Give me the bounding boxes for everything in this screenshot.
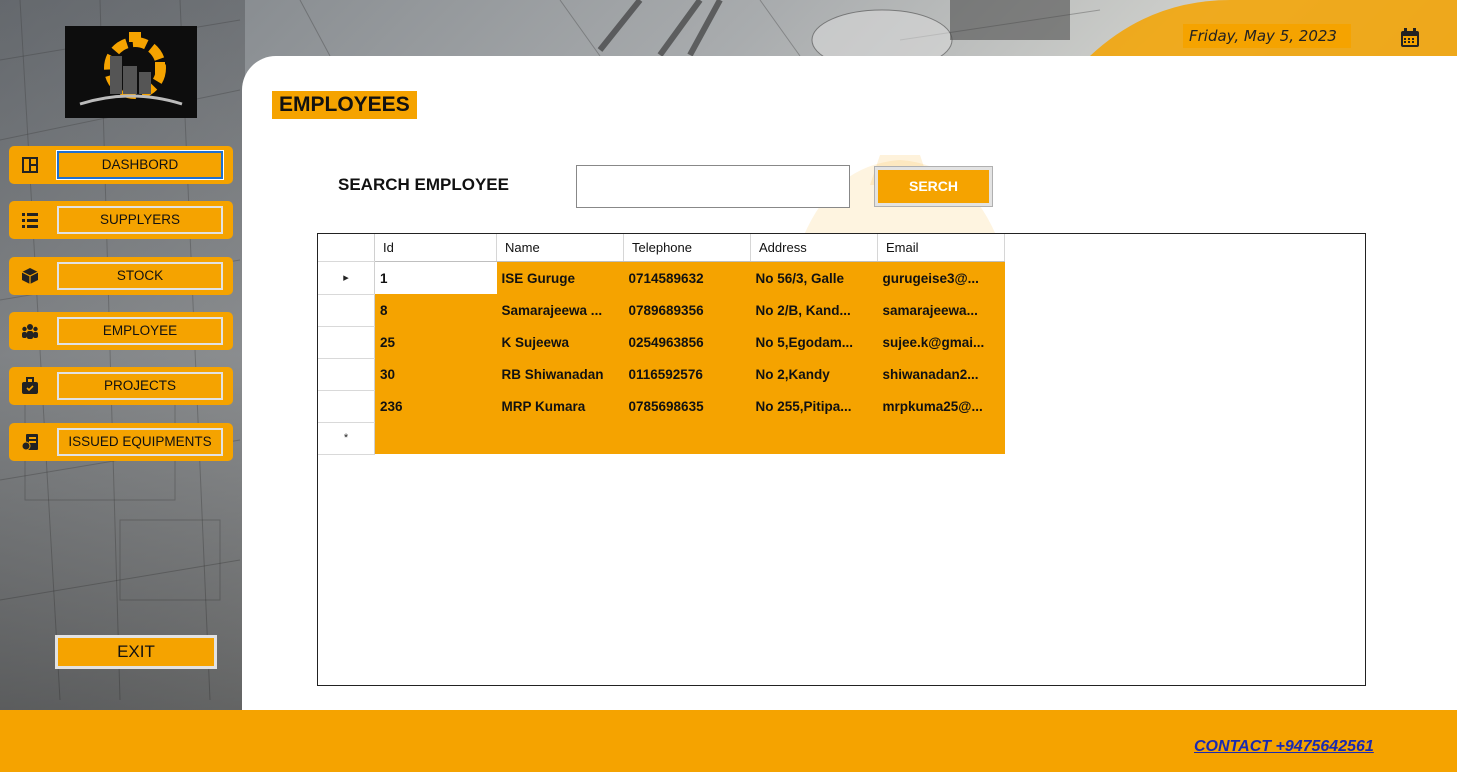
table-row[interactable]: 8 Samarajeewa ... 0789689356 No 2/B, Kan… (318, 294, 1005, 327)
cell-id[interactable]: 236 (374, 390, 497, 422)
cell-id[interactable]: 1 (374, 261, 497, 294)
column-header-telephone[interactable]: Telephone (623, 234, 751, 262)
cell-email[interactable]: samarajeewa... (877, 294, 1005, 326)
cell-address[interactable]: No 56/3, Galle (750, 261, 878, 294)
current-row-indicator[interactable]: ▸ (318, 261, 375, 295)
table-row[interactable]: ▸ 1 ISE Guruge 0714589632 No 56/3, Galle… (318, 261, 1005, 295)
sidebar-item-projects: PROJECTS (9, 367, 233, 405)
cell-name[interactable]: MRP Kumara (496, 390, 624, 422)
new-cell-address[interactable] (750, 422, 878, 454)
search-label: SEARCH EMPLOYEE (338, 175, 509, 194)
sidebar-item-employee: EMPLOYEE (9, 312, 233, 350)
cell-address[interactable]: No 5,Egodam... (750, 326, 878, 358)
cell-telephone[interactable]: 0714589632 (623, 261, 751, 294)
row-header[interactable] (318, 358, 375, 391)
search-input[interactable] (576, 165, 850, 208)
sidebar-item-dashboard: DASHBORD (9, 146, 233, 184)
table-header-row: Id Name Telephone Address Email (318, 234, 1005, 262)
suppliers-button[interactable]: SUPPLYERS (57, 206, 223, 234)
current-date: Friday, May 5, 2023 (1183, 24, 1351, 48)
calendar-icon[interactable] (1399, 27, 1421, 49)
cell-address[interactable]: No 2/B, Kand... (750, 294, 878, 326)
cell-name[interactable]: Samarajeewa ... (496, 294, 624, 326)
cell-email[interactable]: mrpkuma25@... (877, 390, 1005, 422)
stock-button[interactable]: STOCK (57, 262, 223, 290)
company-logo (65, 26, 197, 118)
row-header-corner (318, 234, 375, 262)
new-cell-email[interactable] (877, 422, 1005, 454)
cell-id[interactable]: 30 (374, 358, 497, 390)
column-header-id[interactable]: Id (374, 234, 497, 262)
equipment-icon (21, 434, 38, 451)
table-row[interactable]: 236 MRP Kumara 0785698635 No 255,Pitipa.… (318, 390, 1005, 423)
cell-telephone[interactable]: 0254963856 (623, 326, 751, 358)
row-header[interactable] (318, 294, 375, 327)
page-title: EMPLOYEES (272, 91, 417, 119)
cell-email[interactable]: gurugeise3@... (877, 261, 1005, 294)
column-header-name[interactable]: Name (496, 234, 624, 262)
cell-id[interactable]: 8 (374, 294, 497, 326)
cell-name[interactable]: RB Shiwanadan (496, 358, 624, 390)
new-row-indicator[interactable]: * (318, 422, 375, 455)
box-icon (21, 268, 39, 284)
list-icon (22, 213, 38, 228)
cell-name[interactable]: ISE Guruge (496, 261, 624, 294)
projects-button[interactable]: PROJECTS (57, 372, 223, 400)
cell-address[interactable]: No 255,Pitipa... (750, 390, 878, 422)
briefcase-icon (22, 377, 38, 394)
cell-address[interactable]: No 2,Kandy (750, 358, 878, 390)
cell-telephone[interactable]: 0785698635 (623, 390, 751, 422)
people-icon (22, 324, 38, 339)
employees-grid: Id Name Telephone Address Email ▸ 1 ISE … (318, 234, 1005, 455)
cell-name[interactable]: K Sujeewa (496, 326, 624, 358)
dashboard-button[interactable]: DASHBORD (56, 150, 224, 180)
employee-button[interactable]: EMPLOYEE (57, 317, 223, 345)
issued-equipments-button[interactable]: ISSUED EQUIPMENTS (57, 428, 223, 456)
sidebar-item-suppliers: SUPPLYERS (9, 201, 233, 239)
sidebar-item-issued-equipments: ISSUED EQUIPMENTS (9, 423, 233, 461)
column-header-email[interactable]: Email (877, 234, 1005, 262)
exit-button[interactable]: EXIT (55, 635, 217, 669)
employees-table[interactable]: Id Name Telephone Address Email ▸ 1 ISE … (317, 233, 1366, 686)
cell-email[interactable]: shiwanadan2... (877, 358, 1005, 390)
column-header-address[interactable]: Address (750, 234, 878, 262)
cell-email[interactable]: sujee.k@gmai... (877, 326, 1005, 358)
search-button[interactable]: SERCH (874, 166, 993, 207)
new-cell-telephone[interactable] (623, 422, 751, 454)
cell-telephone[interactable]: 0116592576 (623, 358, 751, 390)
row-header[interactable] (318, 326, 375, 359)
new-cell-name[interactable] (496, 422, 624, 454)
row-header[interactable] (318, 390, 375, 423)
dashboard-icon (22, 157, 38, 173)
new-row[interactable]: * (318, 422, 1005, 455)
cell-telephone[interactable]: 0789689356 (623, 294, 751, 326)
new-cell-id[interactable] (374, 422, 497, 454)
table-row[interactable]: 30 RB Shiwanadan 0116592576 No 2,Kandy s… (318, 358, 1005, 391)
sidebar-item-stock: STOCK (9, 257, 233, 295)
cell-id[interactable]: 25 (374, 326, 497, 358)
table-row[interactable]: 25 K Sujeewa 0254963856 No 5,Egodam... s… (318, 326, 1005, 359)
contact-link[interactable]: CONTACT +9475642561 (1194, 738, 1374, 756)
